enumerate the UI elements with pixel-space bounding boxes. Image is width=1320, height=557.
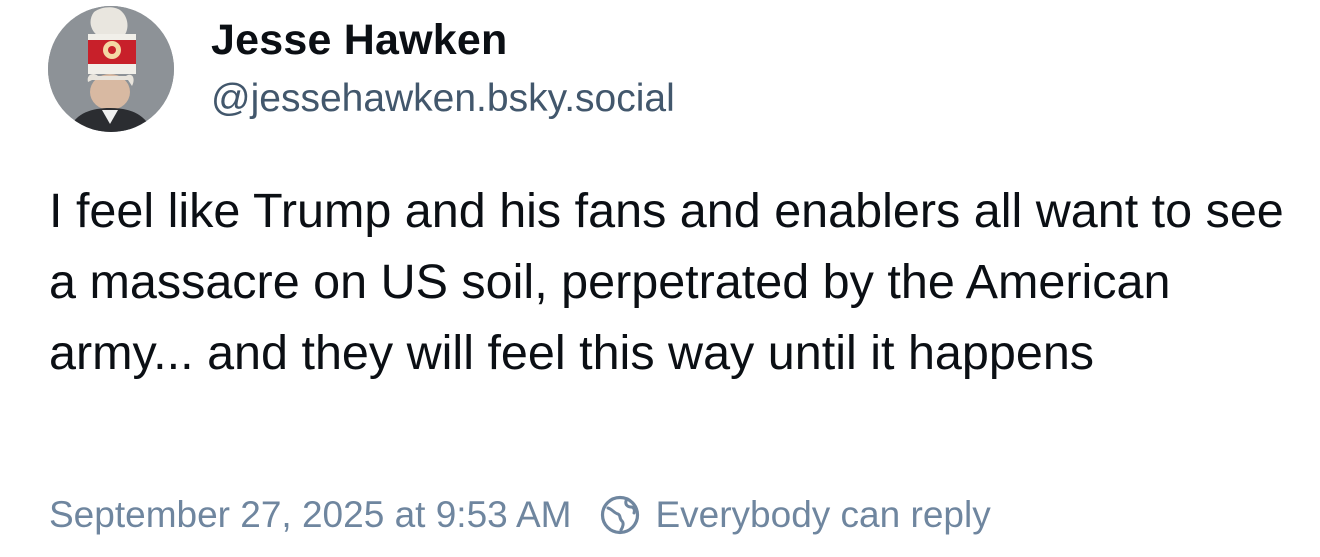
- post-meta: September 27, 2025 at 9:53 AM Everybody …: [49, 490, 991, 540]
- globe-icon: [599, 494, 641, 536]
- post-card: Jesse Hawken @jessehawken.bsky.social I …: [0, 0, 1320, 557]
- reply-setting-label: Everybody can reply: [655, 494, 991, 535]
- author-display-name[interactable]: Jesse Hawken: [211, 14, 675, 66]
- post-timestamp[interactable]: September 27, 2025 at 9:53 AM: [49, 490, 571, 540]
- avatar[interactable]: [48, 6, 174, 132]
- avatar-image: [48, 6, 174, 132]
- author-handle[interactable]: @jessehawken.bsky.social: [211, 76, 675, 122]
- reply-setting[interactable]: Everybody can reply: [599, 490, 991, 540]
- author-info: Jesse Hawken @jessehawken.bsky.social: [211, 14, 675, 122]
- post-text: I feel like Trump and his fans and enabl…: [49, 184, 1284, 380]
